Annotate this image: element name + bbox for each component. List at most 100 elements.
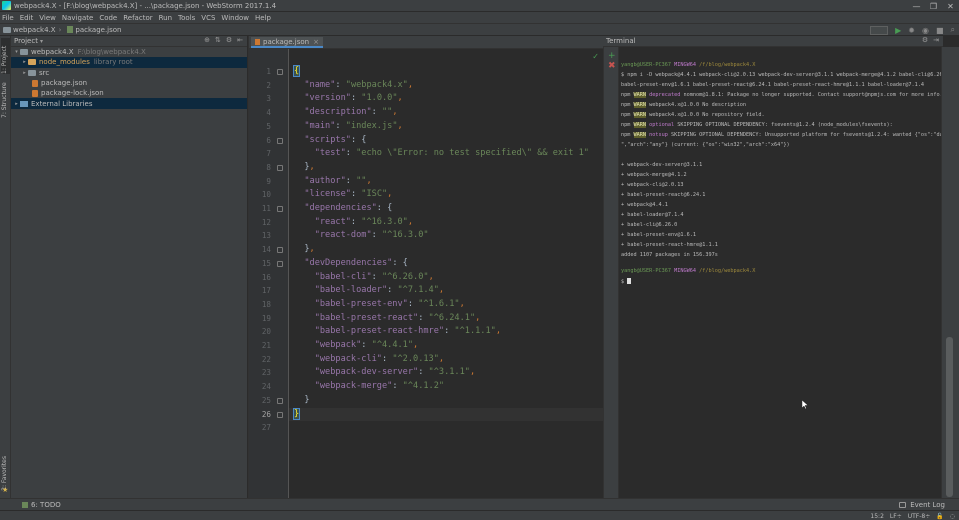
close-session-icon[interactable]: ✖ [608,62,616,71]
maximize-button[interactable]: ❐ [925,0,942,12]
editor-tab-package-json[interactable]: package.json × [251,37,323,48]
tree-item-package-json[interactable]: package.json [11,78,247,88]
stop-icon[interactable]: ■ [936,26,944,35]
line-number: 20 [261,327,271,337]
code-line[interactable]: "test": "echo \"Error: no test specified… [289,147,604,161]
code-line[interactable]: "react-dom": "^16.3.0" [289,229,604,243]
fold-marker-icon[interactable] [277,247,283,254]
code-line[interactable]: } [289,394,604,408]
tree-item-package-lock-json[interactable]: package-lock.json [11,88,247,98]
tree-item-node-modules[interactable]: ▸ node_modules library root [11,57,247,68]
code-line[interactable] [289,421,604,435]
line-number: 27 [261,423,271,433]
breadcrumb-separator: › [58,25,62,34]
code-line[interactable]: "webpack-merge": "^4.1.2" [289,380,604,394]
code-line[interactable]: "react": "^16.3.0", [289,216,604,230]
caret-position[interactable]: 15:2 [870,513,883,520]
close-tab-icon[interactable]: × [313,38,319,46]
fold-marker-icon[interactable] [277,164,283,171]
fold-marker-icon[interactable] [277,397,283,404]
scrollbar-thumb[interactable] [946,337,953,497]
tree-item-root[interactable]: ▾ webpack4.X F:\blog\webpack4.X [11,47,247,57]
code-line[interactable]: "webpack-dev-server": "^3.1.1", [289,366,604,380]
terminal-panel[interactable]: Terminal ⚙ ⇥ yangb@USER-PC367 MINGW64 /f… [603,36,943,498]
code-line[interactable]: "babel-loader": "^7.1.4", [289,284,604,298]
fold-marker-icon[interactable] [277,206,283,212]
close-window-button[interactable]: ✕ [942,0,959,12]
code-line[interactable]: "main": "index.js", [289,120,604,134]
search-everywhere-icon[interactable]: ⌕ [951,25,955,35]
settings-gear-icon[interactable]: ⚙ [922,36,928,44]
code-line[interactable]: "name": "webpack4.x", [289,79,604,93]
terminal-scrollbar[interactable] [941,47,959,498]
menu-refactor[interactable]: Refactor [123,14,152,22]
code-line[interactable]: "author": "", [289,175,604,189]
menu-edit[interactable]: Edit [20,14,34,22]
code-text-area[interactable]: { "name": "webpack4.x", "version": "1.0.… [289,49,604,498]
code-line[interactable]: "webpack": "^4.4.1", [289,339,604,353]
menu-code[interactable]: Code [99,14,117,22]
code-line[interactable]: { [289,65,604,79]
todo-tool-tab[interactable]: 6: TODO [22,501,61,509]
code-line[interactable]: "babel-preset-react-hmre": "^1.1.1", [289,325,604,339]
scroll-from-source-icon[interactable]: ⊕ [204,36,210,44]
code-line[interactable]: "dependencies": { [289,202,604,216]
code-line[interactable]: "babel-preset-env": "^1.6.1", [289,298,604,312]
code-line[interactable]: "license": "ISC", [289,188,604,202]
tree-item-external-libraries[interactable]: ▸ External Libraries [11,98,247,109]
code-line[interactable]: }, [289,243,604,257]
run-icon[interactable]: ▶ [895,26,901,35]
code-line[interactable]: }, [289,161,604,175]
navigation-bar: webpack4.X › package.json ▶ ✹ ◉ ■ ⌕ [0,23,959,36]
fold-marker-icon[interactable] [277,411,283,418]
collapsed-arrow-icon[interactable]: ▸ [21,70,28,76]
debug-icon[interactable]: ✹ [908,26,915,35]
collapse-all-icon[interactable]: ⇅ [215,36,221,44]
fold-marker-icon[interactable] [277,137,283,144]
menu-view[interactable]: View [39,14,56,22]
breadcrumb-file[interactable]: package.json [67,26,122,34]
menu-file[interactable]: File [2,14,14,22]
menu-tools[interactable]: Tools [178,14,195,22]
project-view-selector[interactable]: Project [14,37,38,45]
hide-panel-icon[interactable]: ⇥ [933,36,939,44]
breadcrumb-project[interactable]: webpack4.X › [3,26,64,34]
menu-vcs[interactable]: VCS [201,14,215,22]
tree-item-src[interactable]: ▸ src [11,68,247,78]
code-line[interactable]: } [289,407,604,422]
line-separator-widget[interactable]: LF÷ [890,513,902,520]
code-line[interactable]: "babel-preset-react": "^6.24.1", [289,312,604,326]
menu-help[interactable]: Help [255,14,271,22]
hide-panel-icon[interactable]: ⇤ [237,36,243,44]
terminal-line: + webpack@4.4.1 [621,202,668,208]
coverage-icon[interactable]: ◉ [922,26,929,35]
code-line[interactable]: "version": "1.0.0", [289,92,604,106]
settings-gear-icon[interactable]: ⚙ [226,36,232,44]
json-file-icon [67,26,74,33]
code-line[interactable]: "devDependencies": { [289,257,604,271]
fold-marker-icon[interactable] [277,260,283,267]
code-line[interactable]: "webpack-cli": "^2.0.13", [289,353,604,367]
event-log-tool-tab[interactable]: Event Log [899,501,945,509]
menu-run[interactable]: Run [159,14,172,22]
collapsed-arrow-icon[interactable]: ▸ [13,101,20,107]
run-config-dropdown[interactable] [870,25,889,35]
project-tool-tab[interactable]: 1: Project [1,38,10,74]
fold-marker-icon[interactable] [277,69,283,75]
collapsed-arrow-icon[interactable]: ▸ [21,59,28,65]
minimize-button[interactable]: — [908,0,925,12]
dropdown-caret-icon[interactable]: ▾ [40,38,43,45]
tree-item-label: package-lock.json [41,89,104,98]
code-line[interactable]: "scripts": { [289,134,604,148]
code-line[interactable]: "babel-cli": "^6.26.0", [289,271,604,285]
structure-tool-tab[interactable]: 7: Structure [1,82,10,118]
lock-icon[interactable]: 🔓 [936,513,943,520]
menu-navigate[interactable]: Navigate [62,14,93,22]
new-session-icon[interactable]: + [608,52,616,61]
terminal-output[interactable]: yangb@USER-PC367 MINGW64 /f/blog/webpack… [619,48,941,498]
expanded-arrow-icon[interactable]: ▾ [13,49,20,55]
line-number: 10 [261,190,271,200]
menu-window[interactable]: Window [221,14,249,22]
encoding-widget[interactable]: UTF-8÷ [908,513,931,520]
code-line[interactable]: "description": "", [289,106,604,120]
